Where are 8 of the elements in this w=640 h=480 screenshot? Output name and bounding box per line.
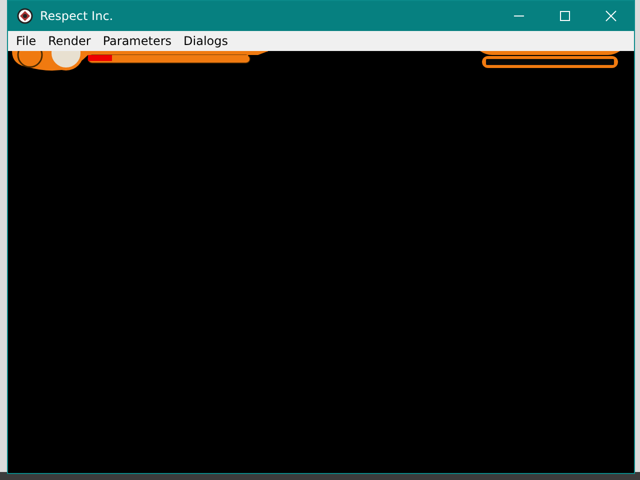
maximize-icon [559, 10, 571, 22]
menu-item[interactable]: File [10, 31, 42, 51]
close-icon [605, 10, 617, 22]
menu-item[interactable]: Parameters [96, 31, 178, 51]
app-icon [16, 8, 34, 24]
menu-item[interactable]: Dialogs [178, 31, 234, 51]
menu-item[interactable]: Render [42, 31, 97, 51]
window-title: Respect Inc. [40, 9, 114, 23]
